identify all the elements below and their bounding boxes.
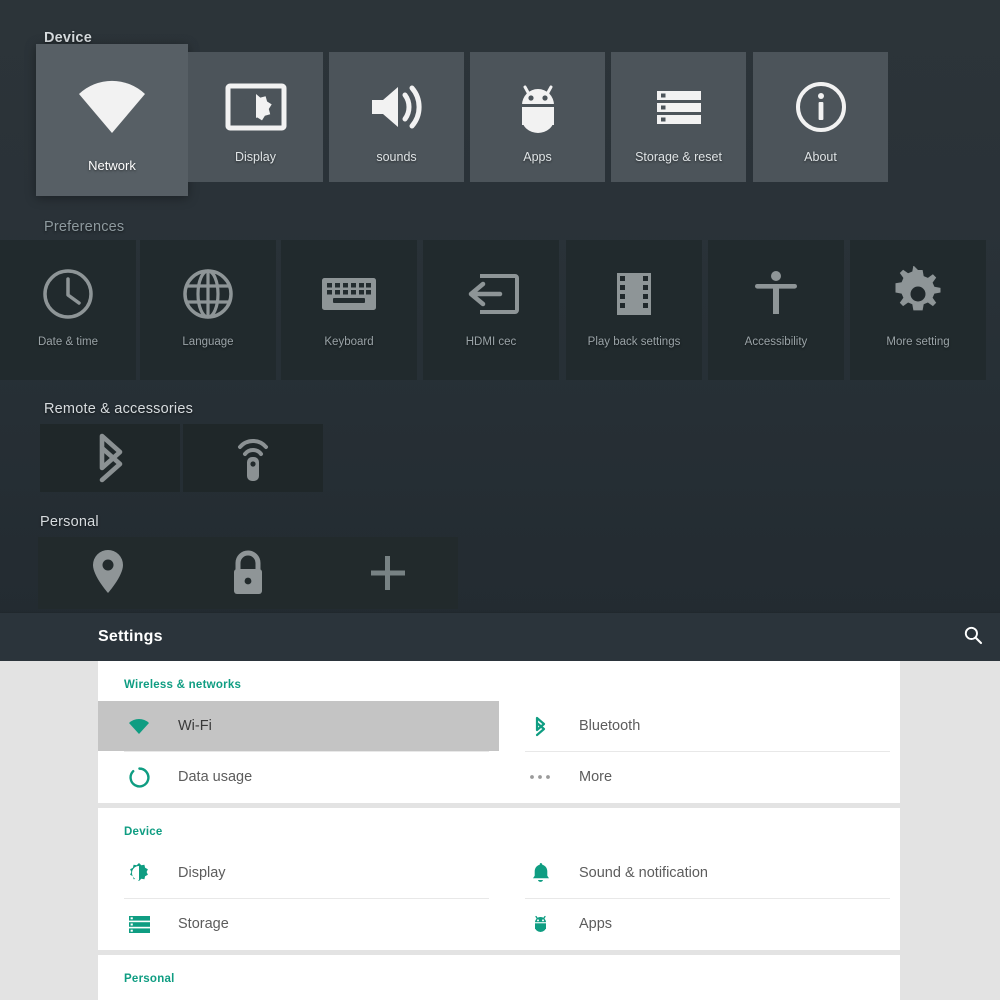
- hdmi-cec-icon: [460, 264, 522, 324]
- tv-section-label-personal: Personal: [40, 514, 99, 530]
- settings-column-left: Wi-Fi Data usage: [98, 701, 499, 802]
- bluetooth-icon: [525, 716, 555, 737]
- tv-tile-label: Accessibility: [744, 336, 808, 348]
- tv-tile-network[interactable]: Network: [36, 44, 188, 196]
- plus-icon: [365, 545, 411, 601]
- tv-tile-label: Play back settings: [587, 336, 681, 348]
- tv-tile-label: About: [804, 150, 837, 164]
- keyboard-icon: [319, 264, 379, 324]
- settings-row-label: Display: [178, 865, 226, 881]
- settings-row-label: More: [579, 769, 613, 785]
- info-icon: [793, 78, 849, 136]
- search-button[interactable]: [956, 620, 990, 654]
- settings-row-bluetooth[interactable]: Bluetooth: [499, 701, 900, 751]
- brightness-icon: [124, 862, 154, 884]
- storage-icon: [650, 78, 708, 136]
- tv-tile-bluetooth[interactable]: [40, 424, 180, 492]
- tv-tile-sounds[interactable]: sounds: [329, 52, 464, 182]
- android-tv-settings-panel: Device Network Display sounds Apps Stora…: [0, 0, 1000, 617]
- tv-section-label-remote-accessories: Remote & accessories: [44, 401, 194, 417]
- settings-row-data-usage[interactable]: Data usage: [98, 752, 499, 802]
- settings-column-right: Bluetooth More: [499, 701, 900, 802]
- android-icon: [525, 914, 555, 935]
- tv-tile-display[interactable]: Display: [188, 52, 323, 182]
- settings-row-more[interactable]: More: [499, 752, 900, 802]
- tv-tile-hdmi-cec[interactable]: HDMI cec: [423, 240, 559, 380]
- tv-tile-label: sounds: [376, 150, 417, 164]
- brightness-icon: [225, 78, 287, 136]
- tv-tile-storage-reset[interactable]: Storage & reset: [611, 52, 746, 182]
- settings-row-label: Apps: [579, 916, 613, 932]
- settings-row-storage[interactable]: Storage: [98, 899, 499, 949]
- section-header: Wireless & networks: [124, 679, 242, 691]
- settings-row-label: Wi-Fi: [178, 718, 212, 734]
- settings-row-display[interactable]: Display: [98, 848, 499, 898]
- section-header: Personal: [124, 973, 175, 985]
- wifi-icon: [124, 718, 154, 735]
- settings-card-wireless: Wireless & networks Wi-Fi Data usage Blu…: [98, 661, 900, 803]
- settings-row-wifi[interactable]: Wi-Fi: [98, 701, 499, 751]
- settings-row-label: Data usage: [178, 769, 253, 785]
- tv-tile-label: Storage & reset: [635, 150, 722, 164]
- location-pin-icon: [86, 545, 130, 601]
- globe-icon: [180, 264, 236, 324]
- gear-icon: [890, 264, 946, 324]
- settings-row-label: Bluetooth: [579, 718, 641, 734]
- tv-tile-date-time[interactable]: Date & time: [0, 240, 136, 380]
- tv-tile-label: Display: [235, 150, 276, 164]
- settings-column-right: Sound & notification Apps: [499, 848, 900, 949]
- tv-tile-accessibility[interactable]: Accessibility: [708, 240, 844, 380]
- settings-app-bar: Settings: [0, 613, 1000, 661]
- wifi-icon: [75, 74, 149, 140]
- accessibility-icon: [750, 264, 802, 324]
- settings-row-apps[interactable]: Apps: [499, 899, 900, 949]
- tv-tile-label: Language: [182, 336, 234, 348]
- volume-icon: [366, 78, 428, 136]
- tv-tile-label: Apps: [523, 150, 552, 164]
- lock-icon: [226, 545, 270, 601]
- tv-tile-label: Network: [88, 158, 136, 173]
- bluetooth-icon: [87, 431, 133, 485]
- android-icon: [509, 78, 567, 136]
- tv-tile-language[interactable]: Language: [140, 240, 276, 380]
- tv-tile-apps[interactable]: Apps: [470, 52, 605, 182]
- tv-tile-keyboard[interactable]: Keyboard: [281, 240, 417, 380]
- tv-tile-more-setting[interactable]: More setting: [850, 240, 986, 380]
- tv-tile-location[interactable]: [38, 537, 178, 609]
- settings-row-label: Sound & notification: [579, 865, 708, 881]
- settings-row-sound-notification[interactable]: Sound & notification: [499, 848, 900, 898]
- tv-tile-security[interactable]: [178, 537, 318, 609]
- more-dots-icon: [525, 773, 555, 781]
- remote-control-icon: [227, 431, 279, 485]
- section-header: Device: [124, 826, 163, 838]
- settings-card-device: Device Display Storage Sound & notificat…: [98, 808, 900, 950]
- tv-section-label-preferences: Preferences: [44, 219, 125, 235]
- screenshot-root: Device Network Display sounds Apps Stora…: [0, 0, 1000, 1000]
- clock-icon: [40, 264, 96, 324]
- settings-column-left: Display Storage: [98, 848, 499, 949]
- tv-tile-label: Date & time: [37, 336, 99, 348]
- settings-card-personal: Personal: [98, 955, 900, 1000]
- tv-tile-playback-settings[interactable]: Play back settings: [566, 240, 702, 380]
- tv-tile-remote-control[interactable]: [183, 424, 323, 492]
- bell-icon: [525, 862, 555, 884]
- tv-tile-label: Keyboard: [324, 336, 374, 348]
- film-icon: [609, 264, 659, 324]
- tv-tile-add-account[interactable]: [318, 537, 458, 609]
- tv-tile-label: HDMI cec: [465, 336, 517, 348]
- data-usage-icon: [124, 766, 154, 788]
- tv-tile-label: More setting: [886, 336, 950, 348]
- phone-settings-panel: Wireless & networks Wi-Fi Data usage Blu…: [0, 661, 1000, 1000]
- search-icon: [963, 625, 983, 650]
- settings-row-label: Storage: [178, 916, 229, 932]
- tv-tile-about[interactable]: About: [753, 52, 888, 182]
- storage-icon: [124, 915, 154, 934]
- page-title: Settings: [98, 628, 163, 645]
